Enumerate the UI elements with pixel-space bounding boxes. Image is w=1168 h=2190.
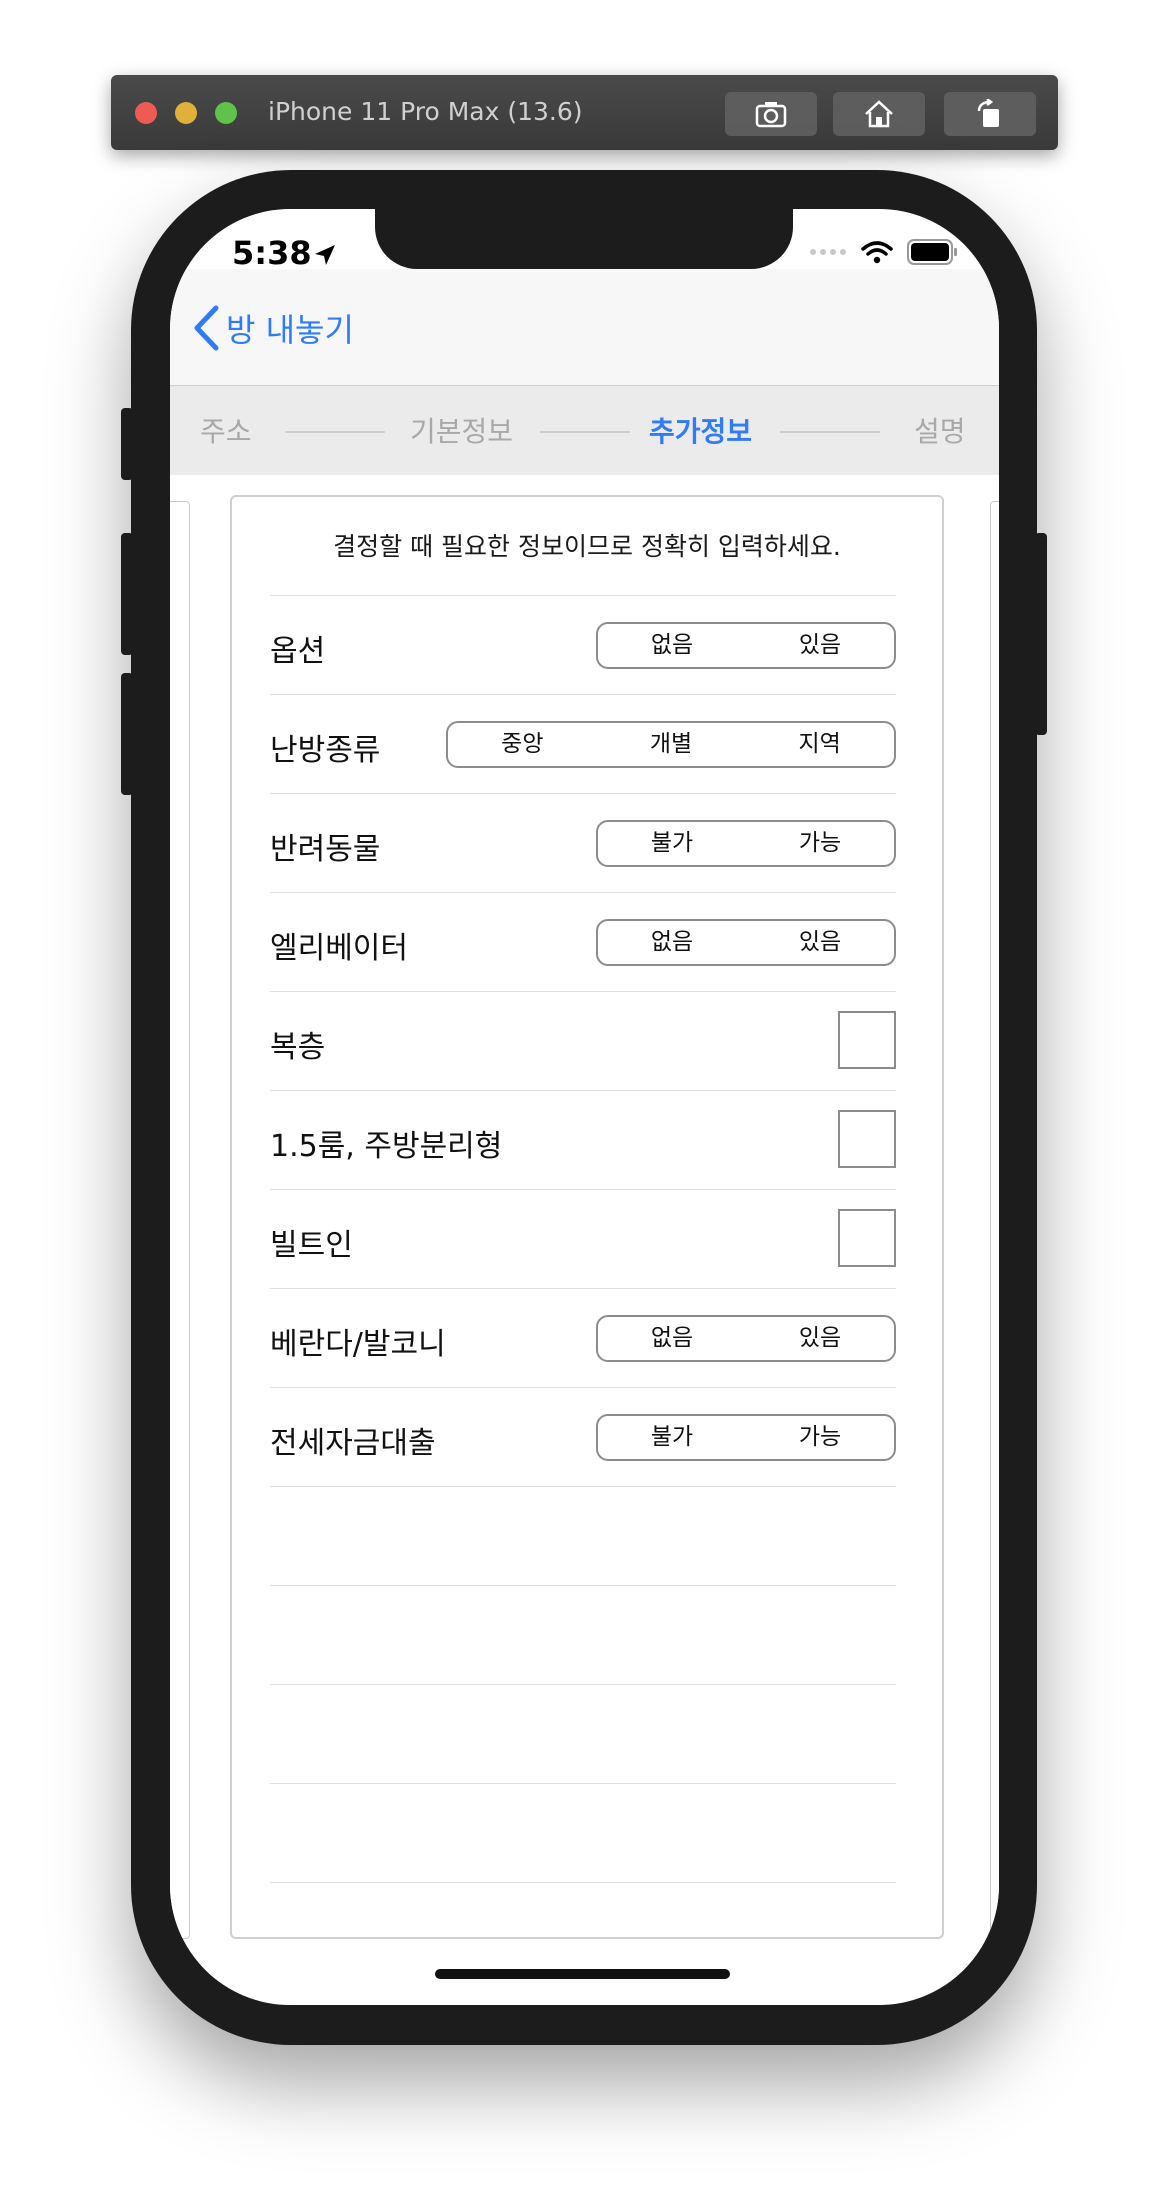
navigation-bar: 방 내놓기 [170,269,999,386]
row-label: 난방종류 [270,733,381,768]
back-button-label: 방 내놓기 [226,311,354,349]
row-label: 복층 [270,1030,326,1065]
segment-yes[interactable]: 있음 [746,624,894,667]
segment-allowed[interactable]: 가능 [746,1416,894,1459]
empty-row [270,1783,896,1844]
screenshot-icon [755,102,787,128]
segment-allowed[interactable]: 가능 [746,822,894,865]
row-label: 베란다/발코니 [270,1327,446,1362]
row-label: 전세자금대출 [270,1426,436,1461]
segment-individual[interactable]: 개별 [597,723,746,766]
balcony-segmented-control[interactable]: 없음 있음 [596,1315,896,1362]
instruction-text: 결정할 때 필요한 정보이므로 정확히 입력하세요. [333,532,841,561]
segment-none[interactable]: 없음 [598,921,746,964]
segment-district[interactable]: 지역 [745,723,894,766]
segment-not-allowed[interactable]: 불가 [598,822,746,865]
separate-kitchen-row: 1.5룸, 주방분리형 [270,1090,896,1190]
chevron-left-icon [194,305,219,351]
volume-down-button [121,673,133,795]
battery-icon [907,239,957,265]
row-label: 엘리베이터 [270,931,408,966]
mute-switch [121,408,133,480]
row-label: 1.5룸, 주방분리형 [270,1129,503,1164]
simulator-title-bar: iPhone 11 Pro Max (13.6) [111,75,1058,150]
status-time: 5:38 [232,234,312,272]
empty-row [270,1486,896,1586]
status-indicators [809,239,959,265]
phone-screen: 5:38 방 내놓기 주소 기본정보 추가정보 설명 결정할 때 필요한 정보이… [170,209,999,2005]
built-in-row: 빌트인 [270,1189,896,1289]
pets-segmented-control[interactable]: 불가 가능 [596,820,896,867]
minimize-window-button[interactable] [175,102,197,124]
step-divider [540,431,630,433]
back-button[interactable]: 방 내놓기 [192,305,354,351]
option-segmented-control[interactable]: 없음 있음 [596,622,896,669]
wifi-icon [861,241,893,264]
separate-kitchen-checkbox[interactable] [838,1110,896,1168]
rotate-button[interactable] [944,92,1036,136]
empty-row [270,1684,896,1784]
notch [375,209,793,269]
duplex-checkbox[interactable] [838,1011,896,1069]
duplex-row: 복층 [270,991,896,1091]
location-arrow-icon [315,245,335,265]
segment-none[interactable]: 없음 [598,1317,746,1360]
next-page-card [990,501,999,1939]
elevator-row: 엘리베이터 없음 있음 [270,892,896,992]
power-button [1035,533,1047,735]
step-indicator: 주소 기본정보 추가정보 설명 [170,386,999,475]
segment-yes[interactable]: 있음 [746,921,894,964]
home-icon [865,100,893,128]
jeonse-loan-row: 전세자금대출 불가 가능 [270,1387,896,1487]
jeonse-loan-segmented-control[interactable]: 불가 가능 [596,1414,896,1461]
heating-type-segmented-control[interactable]: 중앙 개별 지역 [446,721,896,768]
segment-none[interactable]: 없음 [598,624,746,667]
close-window-button[interactable] [135,102,157,124]
screenshot-button[interactable] [725,92,817,136]
empty-row [270,1585,896,1685]
step-divider [780,431,880,433]
row-label: 반려동물 [270,832,381,867]
simulator-title: iPhone 11 Pro Max (13.6) [268,97,583,126]
segment-not-allowed[interactable]: 불가 [598,1416,746,1459]
rotate-icon [977,99,999,127]
segment-yes[interactable]: 있음 [746,1317,894,1360]
heating-type-row: 난방종류 중앙 개별 지역 [270,694,896,794]
zoom-window-button[interactable] [215,102,237,124]
additional-info-card: 결정할 때 필요한 정보이므로 정확히 입력하세요. 옵션 없음 있음 난방종류… [230,495,944,1939]
step-basic-info: 기본정보 [410,415,514,448]
row-label: 빌트인 [270,1228,353,1263]
pets-row: 반려동물 불가 가능 [270,793,896,893]
elevator-segmented-control[interactable]: 없음 있음 [596,919,896,966]
step-additional-info: 추가정보 [649,415,753,448]
segment-central[interactable]: 중앙 [448,723,597,766]
volume-up-button [121,533,133,655]
option-row: 옵션 없음 있음 [270,595,896,695]
row-label: 옵션 [270,634,326,669]
step-address: 주소 [200,415,252,448]
cellular-signal-icon [810,249,846,255]
home-indicator[interactable] [435,1969,730,1979]
step-divider [285,431,385,433]
previous-page-card [170,501,190,1939]
home-button[interactable] [833,92,925,136]
built-in-checkbox[interactable] [838,1209,896,1267]
step-description: 설명 [914,415,966,448]
empty-row [270,1882,896,1903]
balcony-row: 베란다/발코니 없음 있음 [270,1288,896,1388]
